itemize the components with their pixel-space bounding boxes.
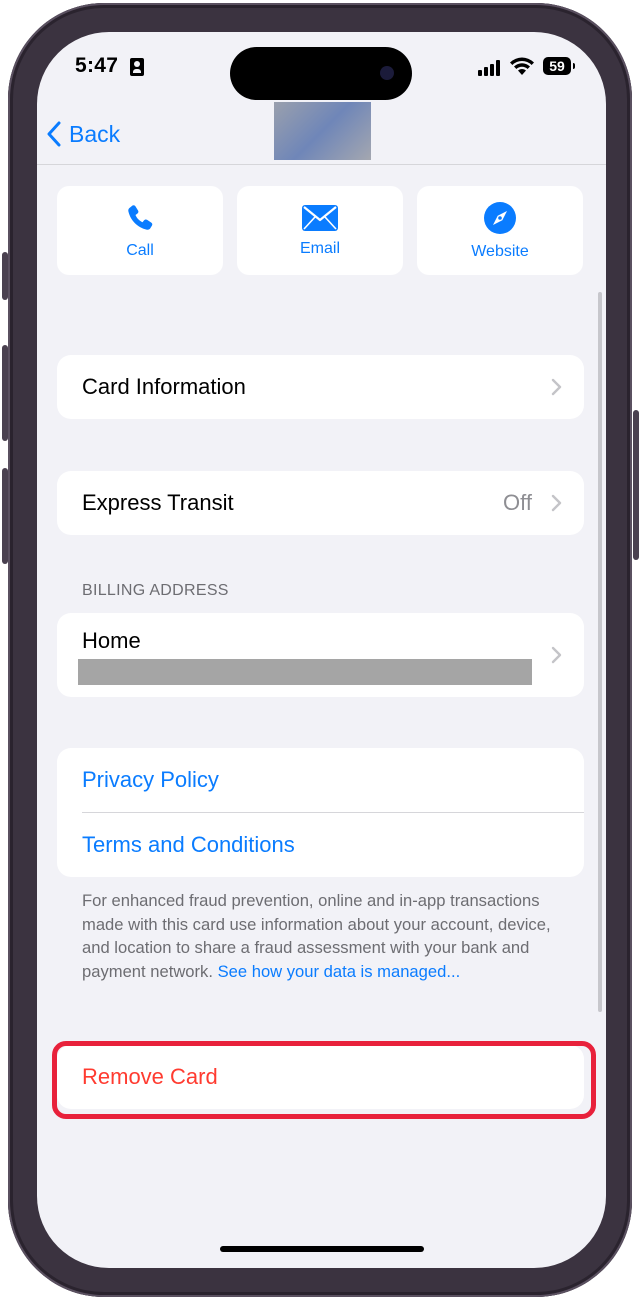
volume-down-side-button xyxy=(2,468,8,564)
fraud-prevention-footnote: For enhanced fraud prevention, online an… xyxy=(82,889,562,983)
website-label: Website xyxy=(471,242,529,260)
dynamic-island xyxy=(230,47,412,100)
chevron-right-icon xyxy=(551,646,562,664)
chevron-right-icon xyxy=(551,494,562,512)
wifi-icon xyxy=(510,57,534,75)
remove-card-button[interactable]: Remove Card xyxy=(57,1045,584,1109)
power-side-button xyxy=(633,410,639,560)
chevron-right-icon xyxy=(551,378,562,396)
express-transit-value: Off xyxy=(503,490,532,515)
phone-icon xyxy=(128,204,153,230)
express-transit-row[interactable]: Express Transit Off xyxy=(57,471,584,535)
back-button[interactable]: Back xyxy=(47,114,120,154)
email-label: Email xyxy=(299,239,340,257)
chevron-left-icon xyxy=(47,121,61,147)
screenshot: 5:47 59 Back Call Email Website Card Inf… xyxy=(0,0,642,1301)
terms-and-conditions-link[interactable]: Terms and Conditions xyxy=(57,813,584,877)
billing-address-group: Home xyxy=(57,613,584,697)
scrollbar[interactable] xyxy=(598,292,602,1012)
contact-actions: Call Email Website xyxy=(57,186,584,275)
status-time: 5:47 xyxy=(75,54,119,77)
call-label: Call xyxy=(126,241,154,259)
card-details-content: Call Email Website Card Information Expr… xyxy=(37,165,606,1268)
camera-icon xyxy=(380,66,394,80)
email-button[interactable]: Email xyxy=(237,186,403,275)
redacted-address xyxy=(78,659,532,685)
privacy-policy-link[interactable]: Privacy Policy xyxy=(57,748,584,812)
express-transit-label: Express Transit xyxy=(82,490,234,515)
billing-address-title: Home xyxy=(82,628,141,653)
home-indicator[interactable] xyxy=(220,1246,424,1252)
website-button[interactable]: Website xyxy=(417,186,583,275)
volume-up-side-button xyxy=(2,345,8,441)
call-button[interactable]: Call xyxy=(57,186,223,275)
battery-indicator: 59 xyxy=(543,57,575,75)
back-label: Back xyxy=(69,120,121,147)
card-information-label: Card Information xyxy=(82,374,246,399)
data-management-link[interactable]: See how your data is managed... xyxy=(218,962,461,981)
cellular-signal-icon xyxy=(478,60,502,76)
phone-screen: 5:47 59 Back Call Email Website Card Inf… xyxy=(37,32,606,1268)
card-information-row[interactable]: Card Information xyxy=(57,355,584,419)
card-information-group: Card Information xyxy=(57,355,584,419)
billing-address-header: BILLING ADDRESS xyxy=(82,582,229,599)
billing-address-row[interactable]: Home xyxy=(57,613,584,697)
remove-card-group: Remove Card xyxy=(57,1045,584,1109)
contact-card-icon xyxy=(130,58,144,76)
legal-links-group: Privacy Policy Terms and Conditions xyxy=(57,748,584,877)
navigation-bar: Back xyxy=(37,102,606,165)
compass-icon xyxy=(484,201,516,234)
envelope-icon xyxy=(302,204,338,231)
card-thumbnail-image xyxy=(274,102,371,160)
express-transit-group: Express Transit Off xyxy=(57,471,584,535)
action-side-button xyxy=(2,252,8,300)
status-bar: 5:47 59 xyxy=(37,32,606,110)
